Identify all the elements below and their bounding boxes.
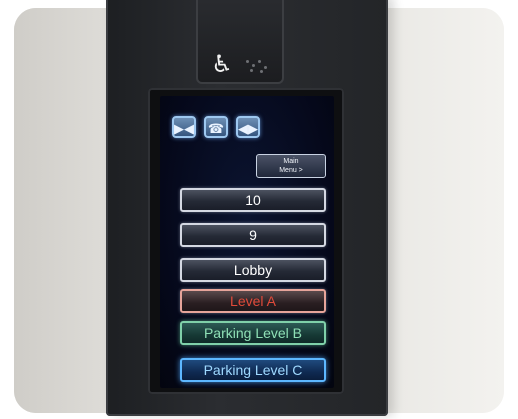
touchscreen: ▶◀ ☎ ◀▶ Main Menu > 10 9 Lobby Level A P… xyxy=(160,96,334,388)
floor-button-level-a[interactable]: Level A xyxy=(180,289,326,313)
braille-dots xyxy=(246,60,270,74)
floor-button-parking-level-b[interactable]: Parking Level B xyxy=(180,321,326,345)
door-open-icon[interactable]: ◀▶ xyxy=(236,116,260,138)
main-menu-label-1: Main xyxy=(283,158,299,165)
wall-right xyxy=(374,8,504,413)
door-close-icon[interactable]: ▶◀ xyxy=(172,116,196,138)
alarm-bell-icon[interactable]: ☎ xyxy=(204,116,228,138)
main-menu-label-2: Menu > xyxy=(279,167,303,174)
floor-button-lobby[interactable]: Lobby xyxy=(180,258,326,282)
floor-button-9[interactable]: 9 xyxy=(180,223,326,247)
wheelchair-icon: ♿ xyxy=(211,51,233,78)
floor-button-10[interactable]: 10 xyxy=(180,188,326,212)
main-menu-button[interactable]: Main Menu > xyxy=(256,154,326,178)
floor-button-parking-level-c[interactable]: Parking Level C xyxy=(180,358,326,382)
